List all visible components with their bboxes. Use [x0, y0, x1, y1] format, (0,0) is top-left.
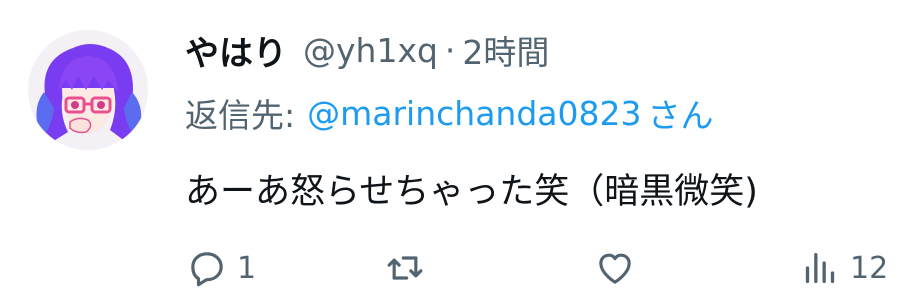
retweet-button[interactable]	[385, 240, 435, 296]
avatar-image	[28, 30, 148, 150]
tweet[interactable]: やはり @yh1xq · 2時間 返信先: @marinchanda0823 さ…	[0, 0, 905, 301]
display-name[interactable]: やはり	[185, 26, 287, 75]
reply-prefix: 返信先:	[185, 96, 296, 135]
tweet-timestamp[interactable]: 2時間	[462, 26, 549, 74]
avatar[interactable]	[28, 30, 148, 150]
reply-suffix: さん	[647, 96, 714, 135]
user-handle[interactable]: @yh1xq	[303, 31, 438, 70]
like-button[interactable]	[595, 240, 645, 296]
reply-count: 1	[237, 250, 257, 286]
views-icon	[805, 253, 835, 283]
separator-dot: ·	[444, 30, 456, 70]
retweet-icon	[387, 256, 423, 280]
reply-button[interactable]: 1	[187, 240, 256, 296]
tweet-text: あーあ怒らせちゃった笑（暗黒微笑)	[185, 171, 758, 212]
reply-icon	[191, 252, 223, 287]
views-count: 12	[850, 250, 889, 286]
reply-to-link[interactable]: @marinchanda0823	[307, 94, 641, 133]
tweet-header: やはり @yh1xq · 2時間	[185, 22, 549, 78]
tweet-actions: 1 12	[185, 240, 895, 296]
reply-context: 返信先: @marinchanda0823 さん	[185, 88, 714, 138]
views-button[interactable]: 12	[800, 240, 888, 296]
heart-icon	[599, 253, 631, 284]
